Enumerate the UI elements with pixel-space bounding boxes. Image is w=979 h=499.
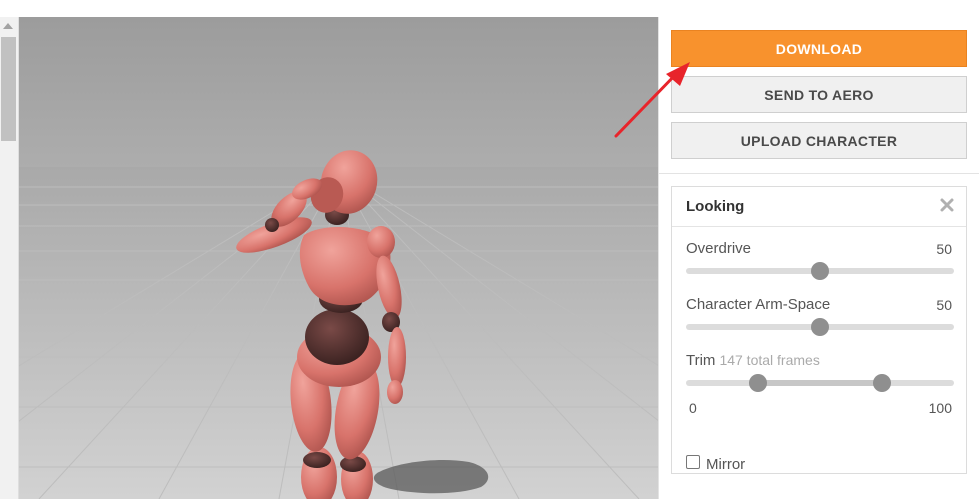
trim-range-fill (758, 380, 882, 386)
viewport-scene (19, 17, 658, 499)
overdrive-slider-handle[interactable] (811, 262, 829, 280)
arm-space-slider[interactable] (686, 318, 954, 336)
trim-max-label: 100 (928, 400, 952, 416)
trim-frames-count: 147 total frames (719, 352, 820, 368)
card-header: Looking (672, 187, 966, 227)
mirror-checkbox[interactable] (686, 455, 700, 469)
close-icon[interactable] (938, 196, 956, 214)
download-button[interactable]: DOWNLOAD (671, 30, 967, 67)
arm-space-label: Character Arm-Space (686, 296, 831, 313)
card-title: Looking (686, 198, 745, 215)
trim-start-handle[interactable] (749, 374, 768, 392)
send-to-aero-button[interactable]: SEND TO AERO (671, 76, 967, 113)
top-bar (0, 0, 979, 17)
scrollbar[interactable] (0, 17, 19, 499)
mirror-label: Mirror (706, 456, 746, 473)
panel-divider (659, 173, 979, 174)
trim-range-slider[interactable] (686, 374, 954, 392)
right-panel: DOWNLOAD SEND TO AERO UPLOAD CHARACTER L… (658, 17, 979, 499)
trim-label: Trim 147 total frames (686, 352, 820, 369)
arm-space-slider-handle[interactable] (811, 318, 829, 336)
trim-end-handle[interactable] (872, 374, 891, 392)
arm-space-value: 50 (936, 297, 952, 313)
trim-min-label: 0 (689, 400, 697, 416)
overdrive-label: Overdrive (686, 240, 752, 257)
overdrive-slider[interactable] (686, 262, 954, 280)
overdrive-value: 50 (936, 241, 952, 257)
scroll-up-arrow-icon[interactable] (3, 23, 13, 29)
upload-character-button[interactable]: UPLOAD CHARACTER (671, 122, 967, 159)
background-sky (19, 17, 658, 177)
animation-settings-card: Looking Overdrive 50 Character Arm-Space… (671, 186, 967, 474)
3d-viewport[interactable] (19, 17, 658, 499)
scrollbar-thumb[interactable] (1, 37, 16, 141)
trim-label-text: Trim (686, 352, 716, 369)
